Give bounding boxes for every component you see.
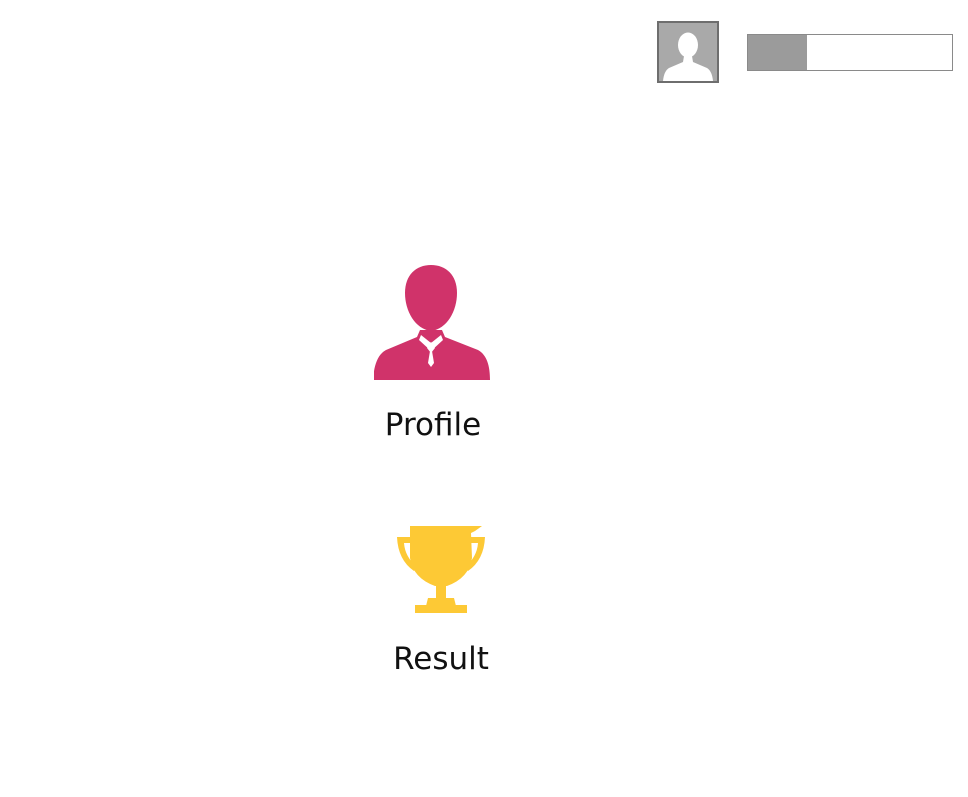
user-avatar-button[interactable] [657, 21, 719, 83]
businessman-icon [374, 265, 490, 380]
progress-bar [747, 34, 953, 71]
result-label: Result [393, 641, 489, 677]
progress-bar-fill [748, 35, 808, 70]
trophy-icon [397, 526, 485, 613]
user-silhouette-icon [659, 23, 717, 81]
profile-label: Profile [384, 407, 482, 443]
page: Profile Result [0, 0, 968, 797]
profile-tile[interactable]: Profile [335, 262, 531, 441]
result-tile[interactable]: Result [343, 522, 539, 675]
